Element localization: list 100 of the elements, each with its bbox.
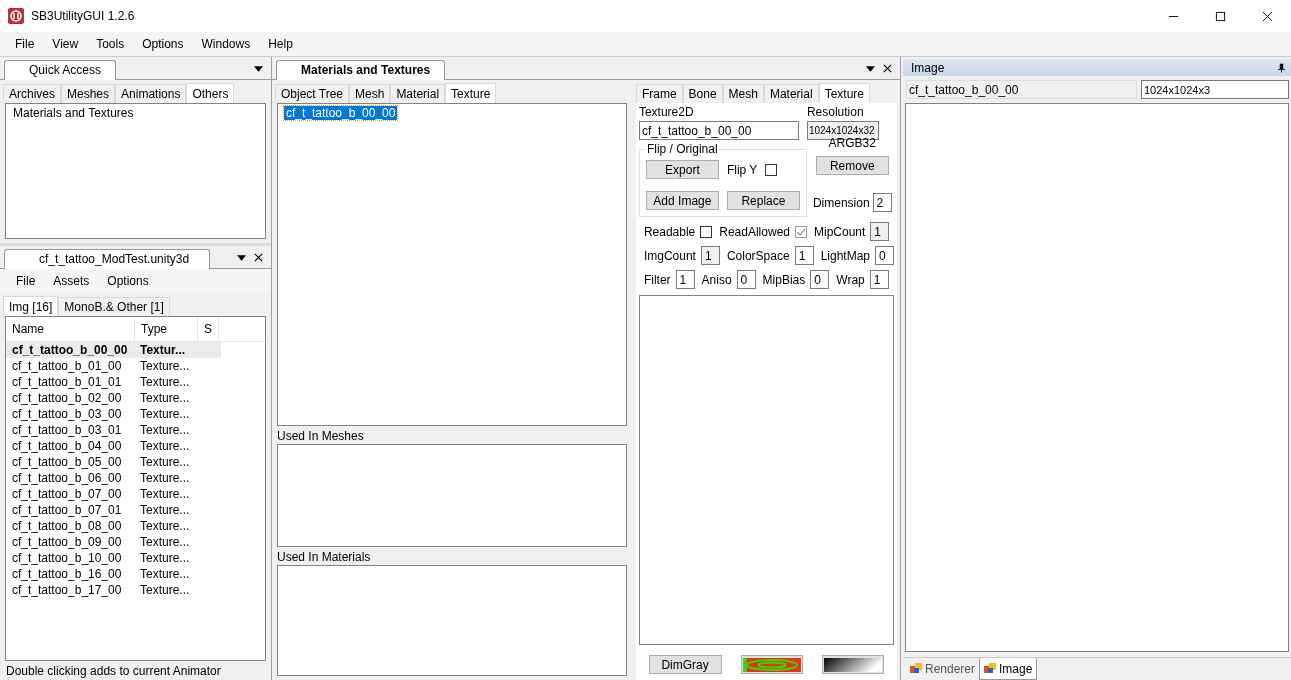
status-text: Double clicking adds to current Animator [5, 663, 222, 680]
table-cell-text: Texture... [139, 551, 191, 565]
table-row[interactable]: cf_t_tattoo_b_08_00 Texture... [6, 518, 221, 534]
export-button[interactable]: Export [645, 160, 719, 179]
dimension-field[interactable]: 2 [872, 193, 892, 212]
field-label: LightMap [820, 248, 870, 263]
table-row[interactable]: cf_t_tattoo_b_00_00 Textur... [6, 342, 221, 358]
table-cell-text: Texture... [139, 439, 191, 453]
number-field[interactable]: 1 [794, 246, 814, 265]
table-cell-text: Texture... [139, 359, 191, 373]
table-row[interactable]: cf_t_tattoo_b_16_00 Texture... [6, 566, 221, 582]
checkbox[interactable] [700, 225, 713, 238]
dropdown-icon[interactable] [254, 66, 263, 72]
panel-title: Image [911, 60, 945, 75]
column-header[interactable]: Type [135, 317, 198, 341]
table-row[interactable]: cf_t_tattoo_b_10_00 Texture... [6, 550, 221, 566]
panel-tab[interactable]: cf_t_tattoo_ModTest.unity3d [4, 249, 211, 269]
menu-item[interactable]: Assets [44, 274, 99, 288]
table-cell-text: Texture... [139, 407, 191, 421]
replace-button[interactable]: Replace [726, 191, 800, 210]
table-row[interactable]: cf_t_tattoo_b_01_00 Texture... [6, 358, 221, 374]
table-cell-text: Texture... [139, 391, 191, 405]
tab[interactable]: Img [16] [3, 296, 59, 317]
number-field[interactable]: 0 [875, 246, 894, 265]
panel-tab[interactable]: Materials and Textures [276, 60, 446, 80]
table-row[interactable]: cf_t_tattoo_b_17_00 Texture... [6, 582, 221, 598]
close-icon[interactable] [254, 253, 263, 262]
field-label: ReadAllowed [719, 224, 790, 239]
spiral-swatch-button[interactable] [740, 655, 803, 674]
table-row[interactable]: cf_t_tattoo_b_01_01 Texture... [6, 374, 221, 390]
table-cell-text: Texture... [139, 535, 191, 549]
tree-item[interactable]: cf_t_tattoo_b_00_00 [284, 106, 398, 120]
add-image-button[interactable]: Add Image [645, 191, 719, 210]
tab[interactable]: Image [979, 658, 1038, 680]
resolution-field[interactable]: 1024x1024x3 [1141, 80, 1289, 99]
table-row[interactable]: cf_t_tattoo_b_07_01 Texture... [6, 502, 221, 518]
dropdown-icon[interactable] [866, 66, 875, 72]
section-label: Used In Materials [276, 549, 372, 565]
table-row[interactable]: cf_t_tattoo_b_03_00 Texture... [6, 406, 221, 422]
name-field[interactable]: cf_t_tattoo_b_00_00 [906, 80, 1137, 99]
pin-icon[interactable] [1278, 62, 1285, 73]
tab[interactable]: Texture [445, 83, 497, 104]
tab[interactable]: Renderer [906, 658, 980, 680]
background-button[interactable]: DimGray [648, 655, 722, 674]
field-label: Resolution [806, 105, 865, 119]
tab[interactable]: Animations [115, 84, 187, 103]
remove-button[interactable]: Remove [815, 156, 889, 175]
table-row[interactable]: cf_t_tattoo_b_03_01 Texture... [6, 422, 221, 438]
tab[interactable]: Material [390, 84, 446, 103]
number-field[interactable]: 0 [810, 270, 830, 289]
tab[interactable]: MonoB.& Other [1] [58, 297, 170, 316]
table-row[interactable]: cf_t_tattoo_b_06_00 Texture... [6, 470, 221, 486]
table-cell-text: cf_t_tattoo_b_07_01 [11, 503, 123, 517]
table-row[interactable]: cf_t_tattoo_b_07_00 Texture... [6, 486, 221, 502]
menu-item[interactable]: Options [98, 274, 158, 288]
table-cell-text: cf_t_tattoo_b_09_00 [11, 535, 123, 549]
tab[interactable]: Meshes [61, 84, 116, 103]
menu-item[interactable]: View [43, 37, 88, 51]
field-label: MipBias [762, 272, 806, 287]
panel-tab[interactable]: Quick Access [4, 60, 117, 80]
checkbox[interactable] [765, 163, 778, 176]
table-row[interactable]: cf_t_tattoo_b_05_00 Texture... [6, 454, 221, 470]
dropdown-icon[interactable] [237, 255, 246, 261]
tab[interactable]: Mesh [722, 84, 764, 103]
menu-item[interactable]: Tools [87, 37, 134, 51]
menu-item[interactable]: Help [259, 37, 302, 51]
number-field[interactable]: 1 [869, 270, 889, 289]
tab[interactable]: Mesh [349, 84, 391, 103]
tab[interactable]: Others [186, 83, 235, 104]
table-cell-text: cf_t_tattoo_b_01_01 [11, 375, 123, 389]
name-field[interactable]: cf_t_tattoo_b_00_00 [638, 121, 799, 140]
table-cell-text: cf_t_tattoo_b_16_00 [11, 567, 123, 581]
field-label: Aniso [701, 272, 732, 287]
tab[interactable]: Bone [682, 84, 723, 103]
close-icon[interactable] [883, 64, 892, 73]
column-header[interactable]: Name [6, 317, 135, 341]
table-cell-text: Texture... [139, 583, 191, 597]
menu-item[interactable]: File [6, 37, 44, 51]
menu-item[interactable]: Options [133, 37, 193, 51]
table-cell-text: Texture... [139, 503, 191, 517]
table-row[interactable]: cf_t_tattoo_b_09_00 Texture... [6, 534, 221, 550]
gradient-swatch-button[interactable] [822, 655, 885, 674]
table-row[interactable]: cf_t_tattoo_b_02_00 Texture... [6, 390, 221, 406]
menu-item[interactable]: Windows [192, 37, 260, 51]
tab[interactable]: Archives [3, 84, 61, 103]
number-field[interactable]: 0 [736, 270, 756, 289]
field-label: MipCount [814, 224, 866, 239]
table-row[interactable]: cf_t_tattoo_b_04_00 Texture... [6, 438, 221, 454]
number-field[interactable]: 1 [675, 270, 695, 289]
menu-item[interactable]: File [7, 274, 45, 288]
tab[interactable]: Object Tree [275, 84, 350, 103]
tab[interactable]: Frame [635, 84, 683, 103]
list-box[interactable] [277, 565, 627, 676]
list-item[interactable]: Materials and Textures [6, 104, 265, 122]
tab[interactable]: Material [763, 84, 819, 103]
checkbox-label: Flip Y [726, 162, 758, 177]
list-box[interactable] [277, 444, 627, 547]
column-header[interactable]: S [198, 317, 219, 341]
field-label: ImgCount [643, 248, 696, 263]
table-cell-text: cf_t_tattoo_b_01_00 [11, 359, 123, 373]
